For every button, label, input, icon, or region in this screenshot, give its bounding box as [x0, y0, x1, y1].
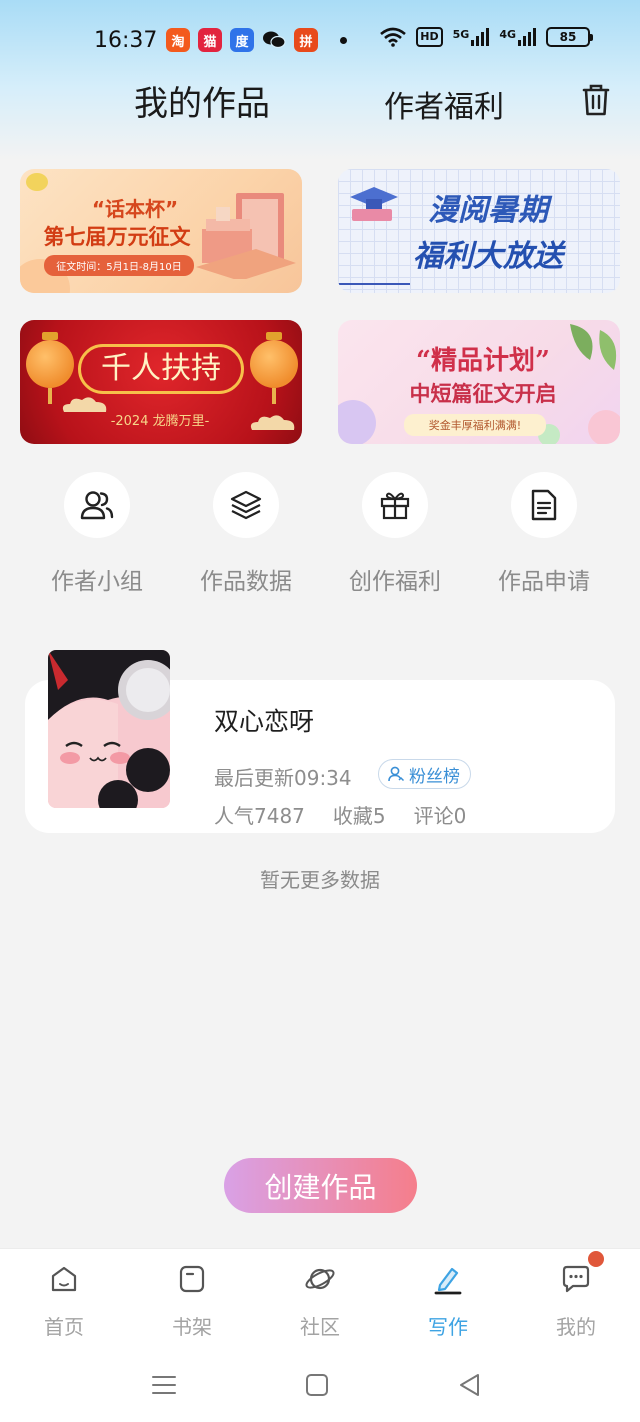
banner-summer-line1: 漫阅暑期	[428, 193, 548, 228]
banner-support-line1: 千人扶持	[78, 344, 244, 394]
system-navigation-bar	[0, 1348, 640, 1422]
no-more-data-text: 暂无更多数据	[260, 868, 380, 892]
menu-work-apply-label: 作品申请	[498, 569, 590, 595]
gift-icon	[380, 492, 410, 520]
status-app-icons: 淘 猫 度 拼	[166, 28, 347, 52]
more-notifications-dot	[340, 36, 347, 44]
signal-5g-indicator: 5G	[453, 28, 490, 46]
baidu-app-icon: 度	[230, 28, 254, 52]
status-indicators: HD 5G 4G 85	[380, 27, 593, 47]
menu-work-data[interactable]: 作品数据	[176, 472, 316, 596]
menu-icon[interactable]	[149, 1370, 179, 1400]
tab-bookshelf-label: 书架	[172, 1315, 212, 1339]
menu-work-data-label: 作品数据	[200, 569, 292, 595]
bottom-tab-bar: 首页 书架 社区 写作 我的	[0, 1248, 640, 1348]
tmall-app-icon: 猫	[198, 28, 222, 52]
create-work-button[interactable]: 创建作品	[224, 1158, 417, 1213]
work-stats: 人气7487 收藏5 评论0	[214, 800, 466, 829]
bookshelf-icon	[179, 1265, 205, 1293]
banner-summer-line2: 福利大放送	[413, 239, 563, 274]
tab-home[interactable]: 首页	[0, 1263, 128, 1340]
page-title: 我的作品	[134, 84, 270, 124]
work-cover-image[interactable]	[48, 650, 170, 808]
layers-data-icon	[230, 490, 262, 520]
tab-community-label: 社区	[300, 1315, 340, 1339]
work-popularity: 人气7487	[214, 804, 305, 828]
pen-write-icon	[434, 1267, 462, 1295]
menu-author-group[interactable]: 作者小组	[27, 472, 167, 596]
banner-thousand-support[interactable]: 千人扶持 -2024 龙腾万里-	[20, 320, 302, 444]
wechat-app-icon	[262, 28, 286, 52]
work-title[interactable]: 双心恋呀	[214, 702, 314, 738]
chat-bubble-icon	[562, 1265, 590, 1293]
banner-quality-line2: 中短篇征文开启	[409, 382, 557, 406]
home-icon	[51, 1266, 77, 1292]
banner-huaben-line2: 第七届万元征文	[43, 225, 191, 249]
banner-huaben-line3: 征文时间：5月1日-8月10日	[44, 255, 194, 276]
books-illustration	[196, 193, 296, 279]
tab-author-welfare[interactable]: 作者福利	[384, 82, 504, 126]
tab-home-label: 首页	[44, 1315, 84, 1339]
hd-indicator: HD	[416, 27, 443, 47]
back-triangle-icon[interactable]	[455, 1370, 485, 1400]
menu-creation-welfare[interactable]: 创作福利	[325, 472, 465, 596]
banner-huaben-line1: “话本杯”	[91, 197, 179, 221]
work-comments: 评论0	[413, 804, 467, 828]
battery-indicator: 85	[546, 27, 593, 47]
tab-mine-label: 我的	[556, 1315, 596, 1339]
menu-creation-welfare-label: 创作福利	[349, 569, 441, 595]
author-group-icon	[80, 491, 114, 520]
tab-write[interactable]: 写作	[384, 1263, 512, 1340]
status-bar: 16:37 淘 猫 度 拼 HD 5G 4G 85	[0, 0, 640, 80]
pinduoduo-app-icon: 拼	[294, 28, 318, 52]
menu-work-apply[interactable]: 作品申请	[474, 472, 614, 596]
work-favorites: 收藏5	[332, 804, 386, 828]
banner-quality-plan[interactable]: “精品计划” 中短篇征文开启 奖金丰厚福利满满!	[338, 320, 620, 444]
fans-ranking-button[interactable]: 粉丝榜	[378, 759, 471, 789]
user-small-icon	[388, 766, 405, 782]
cloud-right-icon	[250, 415, 295, 430]
banner-summer-welfare[interactable]: 漫阅暑期 福利大放送	[338, 169, 620, 293]
planet-community-icon	[305, 1268, 335, 1290]
trash-icon[interactable]	[580, 82, 612, 118]
signal-4g-indicator: 4G	[499, 28, 536, 46]
wifi-icon	[380, 27, 407, 47]
cloud-left-icon	[62, 397, 107, 412]
fans-ranking-label: 粉丝榜	[409, 766, 460, 787]
banner-quality-line1: “精品计划”	[416, 346, 550, 376]
taobao-app-icon: 淘	[166, 28, 190, 52]
status-time: 16:37	[94, 28, 158, 53]
tab-mine[interactable]: 我的	[512, 1263, 640, 1340]
home-square-icon[interactable]	[302, 1370, 332, 1400]
anime-girl-cover-illustration	[48, 650, 170, 808]
tab-community[interactable]: 社区	[256, 1263, 384, 1340]
tab-bookshelf[interactable]: 书架	[128, 1263, 256, 1340]
lantern-right-icon	[250, 332, 298, 404]
banner-quality-line3: 奖金丰厚福利满满!	[404, 414, 546, 436]
menu-author-group-label: 作者小组	[51, 569, 143, 595]
work-last-update: 最后更新09:34	[214, 766, 352, 790]
document-apply-icon	[531, 489, 557, 521]
lantern-left-icon	[26, 332, 74, 404]
notification-badge	[588, 1251, 604, 1267]
banner-huaben-cup[interactable]: “话本杯” 第七届万元征文 征文时间：5月1日-8月10日	[20, 169, 302, 293]
tab-write-label: 写作	[428, 1315, 468, 1339]
